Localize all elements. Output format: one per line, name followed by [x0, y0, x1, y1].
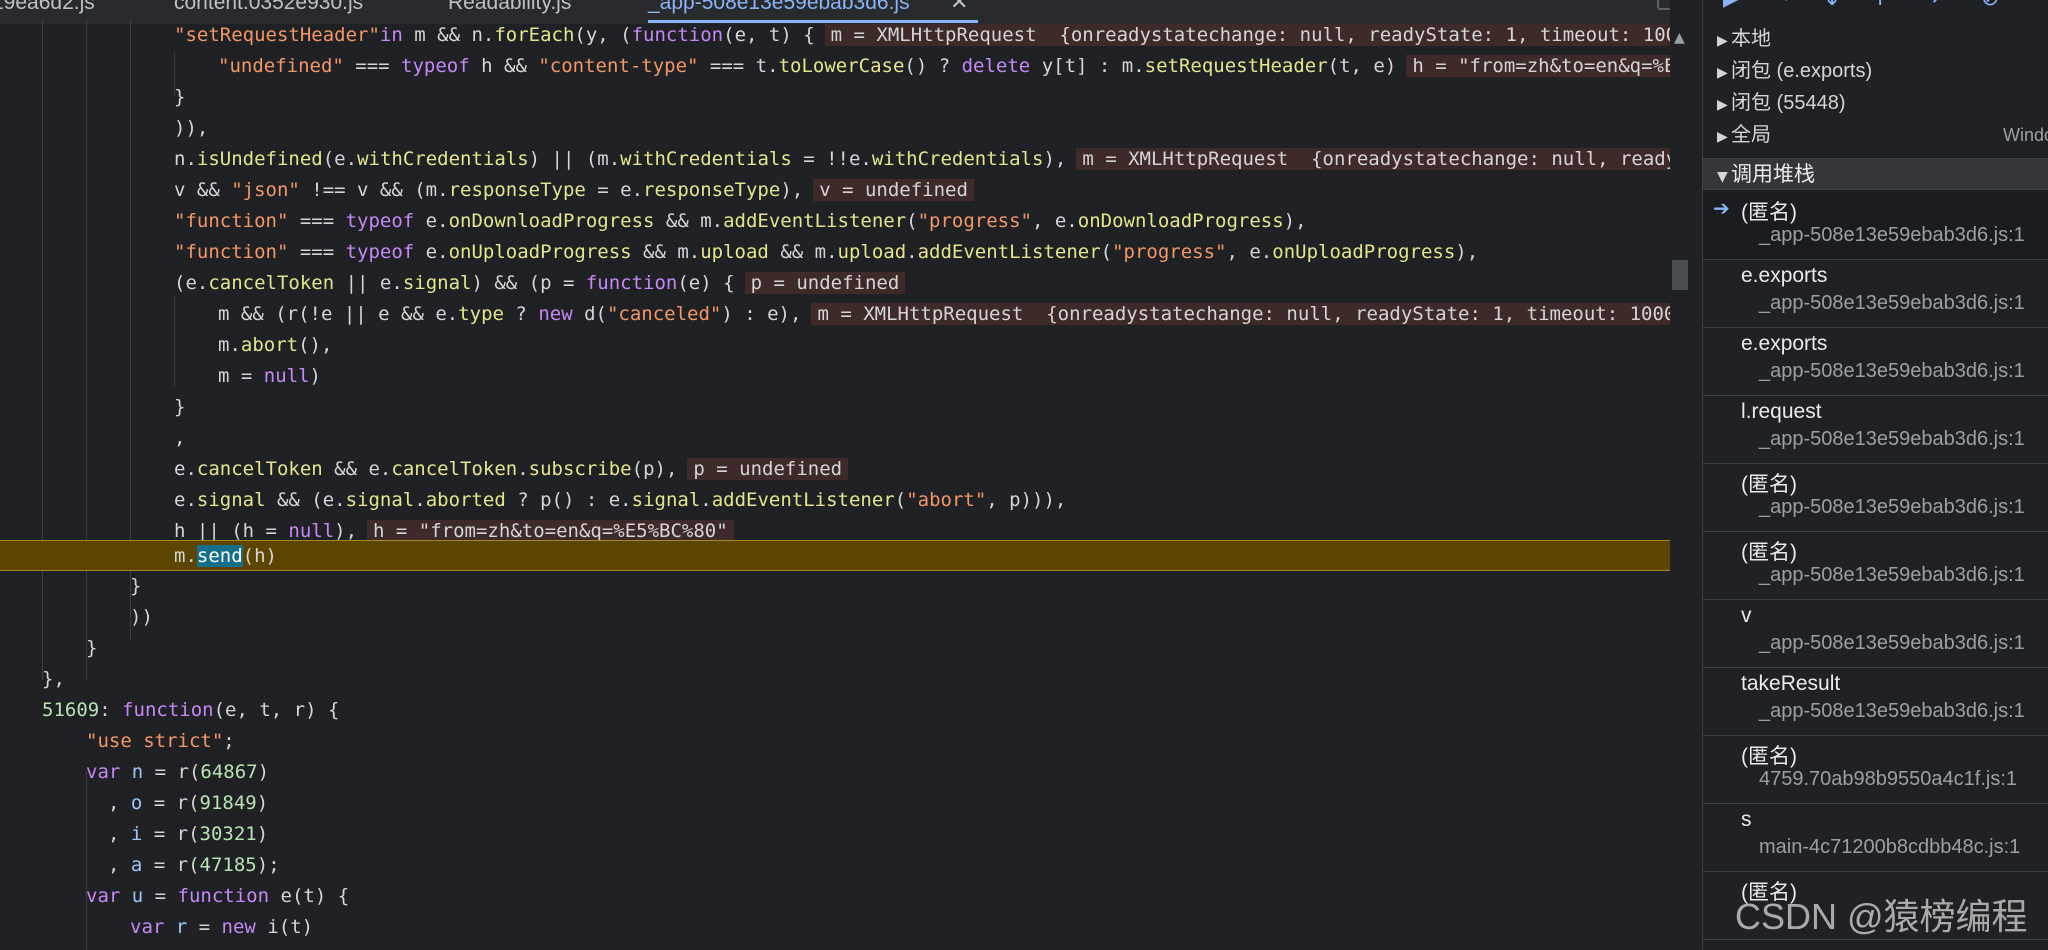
step-icon[interactable]: →	[1921, 0, 1939, 11]
call-stack-header[interactable]: ▼ 调用堆栈	[1703, 158, 2048, 190]
current-frame-arrow-icon: ➔	[1713, 196, 1730, 220]
code-line: ))	[130, 606, 153, 628]
inline-value: m = XMLHttpRequest {onreadystatechange: …	[824, 24, 1670, 46]
scroll-up-arrow-icon[interactable]: ▲	[1674, 30, 1685, 46]
code-line: "setRequestHeader"in m && n.forEach(y, (…	[0, 20, 1670, 51]
code-line: m && (r(!e || e && e.type ? new d("cance…	[0, 299, 1670, 330]
step-out-icon[interactable]: ↑	[1871, 0, 1889, 11]
call-frame[interactable]: takeResult _app-508e13e59ebab3d6.js:1	[1703, 668, 2048, 736]
code-line: var u = function e(t) {	[86, 885, 350, 907]
call-frame[interactable]: ➔ (匿名) _app-508e13e59ebab3d6.js:1	[1703, 192, 2048, 260]
scope-global[interactable]: ▶全局Windo	[1703, 120, 2048, 150]
code-line: "use strict";	[86, 730, 235, 752]
inline-value: h = "from=zh&to=en&q=%E5%BC%80"	[367, 520, 734, 542]
step-over-icon[interactable]: ↷	[1773, 0, 1791, 11]
debugger-toolbar: ▶ ↷ ↓ ↑ → ⊘	[1703, 0, 2048, 14]
call-frame[interactable]: e.exports _app-508e13e59ebab3d6.js:1	[1703, 328, 2048, 396]
inline-value: p = undefined	[744, 272, 906, 294]
code-line: , a = r(47185);	[108, 854, 280, 876]
call-frame[interactable]: (匿名) 4759.70ab98b9550a4c1f.js:1	[1703, 736, 2048, 804]
tab-content-js[interactable]: content.0352e930.js	[174, 0, 363, 18]
code-line: var r = new i(t)	[130, 916, 314, 938]
code-line: }	[174, 86, 186, 108]
collapse-triangle-icon: ▼	[1717, 169, 1728, 185]
code-line: , i = r(30321)	[108, 823, 269, 845]
step-into-icon[interactable]: ↓	[1823, 0, 1841, 11]
scope-local[interactable]: ▶ 本地	[1703, 24, 2048, 54]
code-line: e.signal && (e.signal.aborted ? p() : e.…	[174, 489, 1067, 511]
call-frame[interactable]: s main-4c71200b8cdbb48c.js:1	[1703, 804, 2048, 872]
scope-closure-55448[interactable]: ▶ 闭包 (55448)	[1703, 88, 2048, 118]
call-frame[interactable]: v _app-508e13e59ebab3d6.js:1	[1703, 600, 2048, 668]
tab-readability-js[interactable]: Readability.js	[448, 0, 571, 18]
expand-triangle-icon: ▶	[1717, 65, 1728, 81]
code-line: "function" === typeof e.onUploadProgress…	[174, 241, 1479, 263]
current-execution-line: m.send(h)	[0, 540, 1670, 571]
scrollbar-thumb[interactable]	[1672, 260, 1688, 290]
code-line: n.isUndefined(e.withCredentials) || (m.w…	[0, 144, 1670, 175]
editor-scrollbar[interactable]	[1670, 0, 1690, 950]
tab-19ea6d2[interactable]: 19ea6d2.js	[0, 0, 95, 18]
code-line: (e.cancelToken || e.signal) && (p = func…	[0, 268, 1670, 299]
code-line: ,	[174, 427, 186, 449]
expand-triangle-icon: ▶	[1717, 129, 1728, 145]
expand-triangle-icon: ▶	[1717, 33, 1728, 49]
code-line: }	[174, 396, 186, 418]
watermark: CSDN @猿榜编程	[1735, 896, 2028, 937]
code-line: },	[42, 668, 65, 690]
scope-global-value: Windo	[2003, 125, 2048, 145]
call-frame[interactable]: (匿名) _app-508e13e59ebab3d6.js:1	[1703, 464, 2048, 532]
resume-icon[interactable]: ▶	[1723, 0, 1740, 11]
code-line: m = null)	[218, 365, 321, 387]
source-editor[interactable]: 19ea6d2.js content.0352e930.js Readabili…	[0, 0, 1670, 950]
code-line: "undefined" === typeof h && "content-typ…	[0, 51, 1670, 82]
code-line: v && "json" !== v && (m.responseType = e…	[0, 175, 1670, 206]
inline-value: v = undefined	[813, 179, 974, 201]
inline-value: m = XMLHttpRequest {onreadystatechange: …	[1076, 148, 1670, 170]
code-line: )),	[174, 117, 209, 139]
close-tab-icon[interactable]: ✕	[950, 0, 968, 18]
code-line: m.abort(),	[218, 334, 333, 356]
highlighted-call: send	[196, 545, 243, 567]
code-line: }	[86, 637, 98, 659]
call-frame[interactable]: l.request _app-508e13e59ebab3d6.js:1	[1703, 396, 2048, 464]
code-line: }	[130, 575, 142, 597]
code-line: "function" === typeof e.onDownloadProgre…	[174, 210, 1307, 232]
code-line: e.cancelToken && e.cancelToken.subscribe…	[0, 454, 1670, 485]
inline-value: m = XMLHttpRequest {onreadystatechange: …	[811, 303, 1670, 325]
toggle-sidebar-icon[interactable]	[1657, 0, 1670, 10]
inline-value: p = undefined	[687, 458, 849, 480]
deactivate-breakpoints-icon[interactable]: ⊘	[1981, 0, 1999, 11]
code-line: 51609: function(e, t, r) {	[42, 699, 340, 721]
call-frame[interactable]: (匿名) _app-508e13e59ebab3d6.js:1	[1703, 532, 2048, 600]
expand-triangle-icon: ▶	[1717, 97, 1728, 113]
code-line: var n = r(64867)	[86, 761, 270, 783]
debugger-sidebar: ▶ ↷ ↓ ↑ → ⊘ ▶本地 ▶闭包 (e.exports) ▶闭包 (554…	[1702, 0, 2048, 950]
call-frame[interactable]: e.exports _app-508e13e59ebab3d6.js:1	[1703, 260, 2048, 328]
inline-value: h = "from=zh&to=en&q=%E5%BC	[1406, 55, 1670, 77]
scope-closure-exports[interactable]: ▶ 闭包 (e.exports)	[1703, 56, 2048, 86]
code-line: , o = r(91849)	[108, 792, 269, 814]
tab-app-js[interactable]: _app-508e13e59ebab3d6.js	[648, 0, 910, 18]
